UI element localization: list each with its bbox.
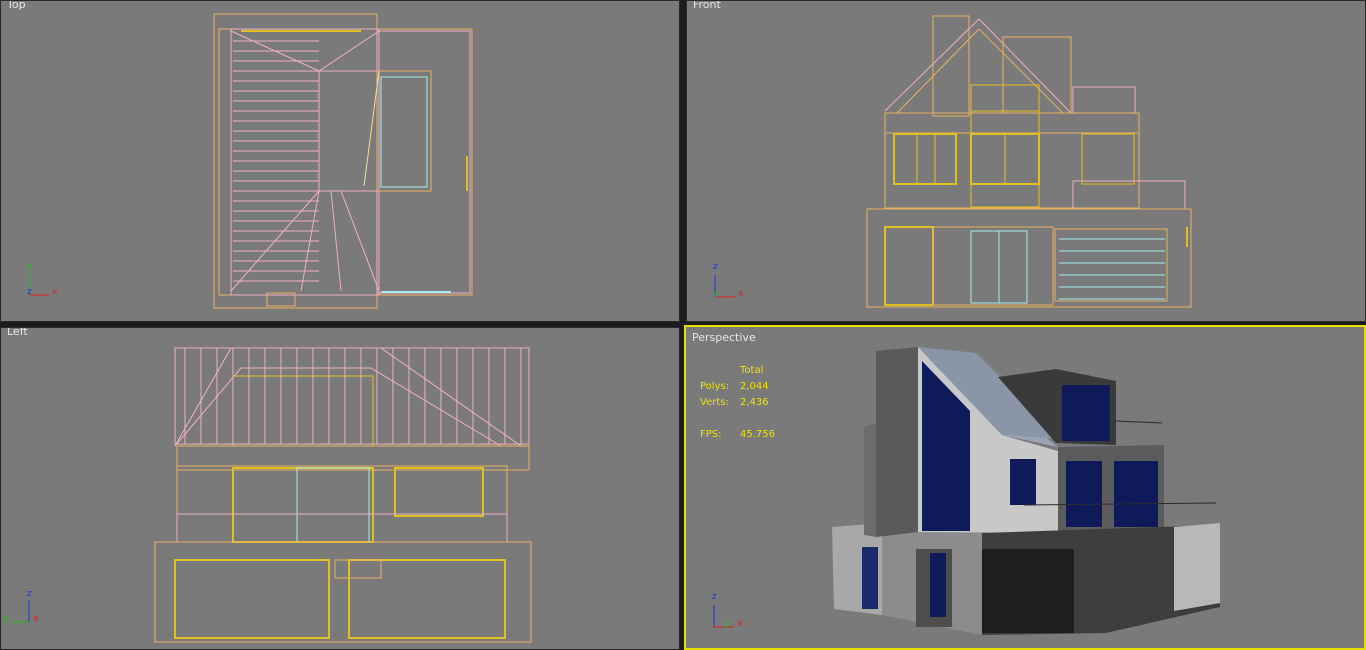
axis-tripod-front: z x y [713, 262, 744, 299]
viewport-top[interactable]: Top y x z [0, 0, 680, 322]
axis-tripod-top: y x z [27, 262, 58, 297]
viewport-front[interactable]: Front z x y [686, 0, 1366, 322]
axis-x-label: x [52, 287, 58, 297]
viewport-left[interactable]: Left z y x [0, 327, 680, 650]
axis-z-label: z [27, 589, 32, 599]
axis-y-label: y [27, 262, 33, 272]
axis-tripod-left: z y x [3, 589, 39, 624]
axis-z-label: z [713, 262, 718, 272]
top-wireframe: y x z [27, 13, 473, 309]
front-wireframe: z x y [713, 15, 1192, 308]
axis-x-label: x [738, 289, 744, 299]
axis-x-label: x [33, 614, 39, 624]
house-render [832, 347, 1220, 635]
axis-y-label: y [3, 614, 9, 624]
viewport-perspective[interactable]: Perspective Total Polys: 2,044 Verts: 2,43… [684, 325, 1366, 650]
axis-z-label: z [27, 287, 32, 297]
stone-chimney [876, 347, 918, 537]
garage-door [982, 549, 1074, 633]
axis-y-label: y [713, 289, 719, 299]
left-wireframe: z y x [3, 347, 532, 643]
